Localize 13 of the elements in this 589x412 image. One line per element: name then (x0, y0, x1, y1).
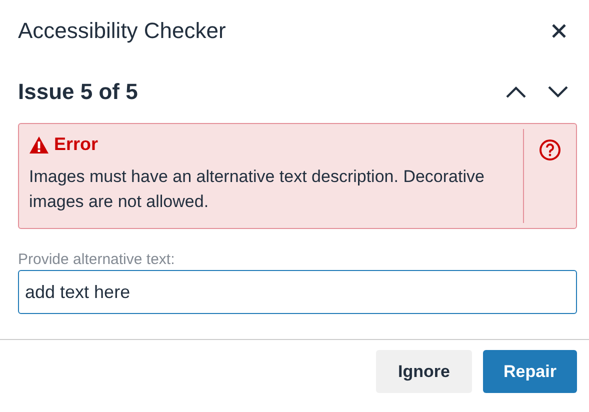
dialog-title: Accessibility Checker (18, 18, 226, 44)
chevron-down-icon (547, 85, 569, 99)
ignore-button[interactable]: Ignore (376, 350, 472, 393)
field-label: Provide alternative text: (18, 251, 176, 268)
repair-button[interactable]: Repair (483, 350, 577, 393)
help-icon (539, 139, 561, 161)
warning-icon (29, 136, 49, 154)
alert-message: Images must have an alternative text description. Decorative images are not allowed. (29, 166, 486, 213)
issue-heading: Issue 5 of 5 (18, 79, 138, 105)
chevron-up-icon (505, 85, 527, 99)
close-icon (551, 23, 567, 39)
alert-label: Error (54, 134, 98, 155)
alt-text-field[interactable]: add text here (18, 270, 577, 314)
